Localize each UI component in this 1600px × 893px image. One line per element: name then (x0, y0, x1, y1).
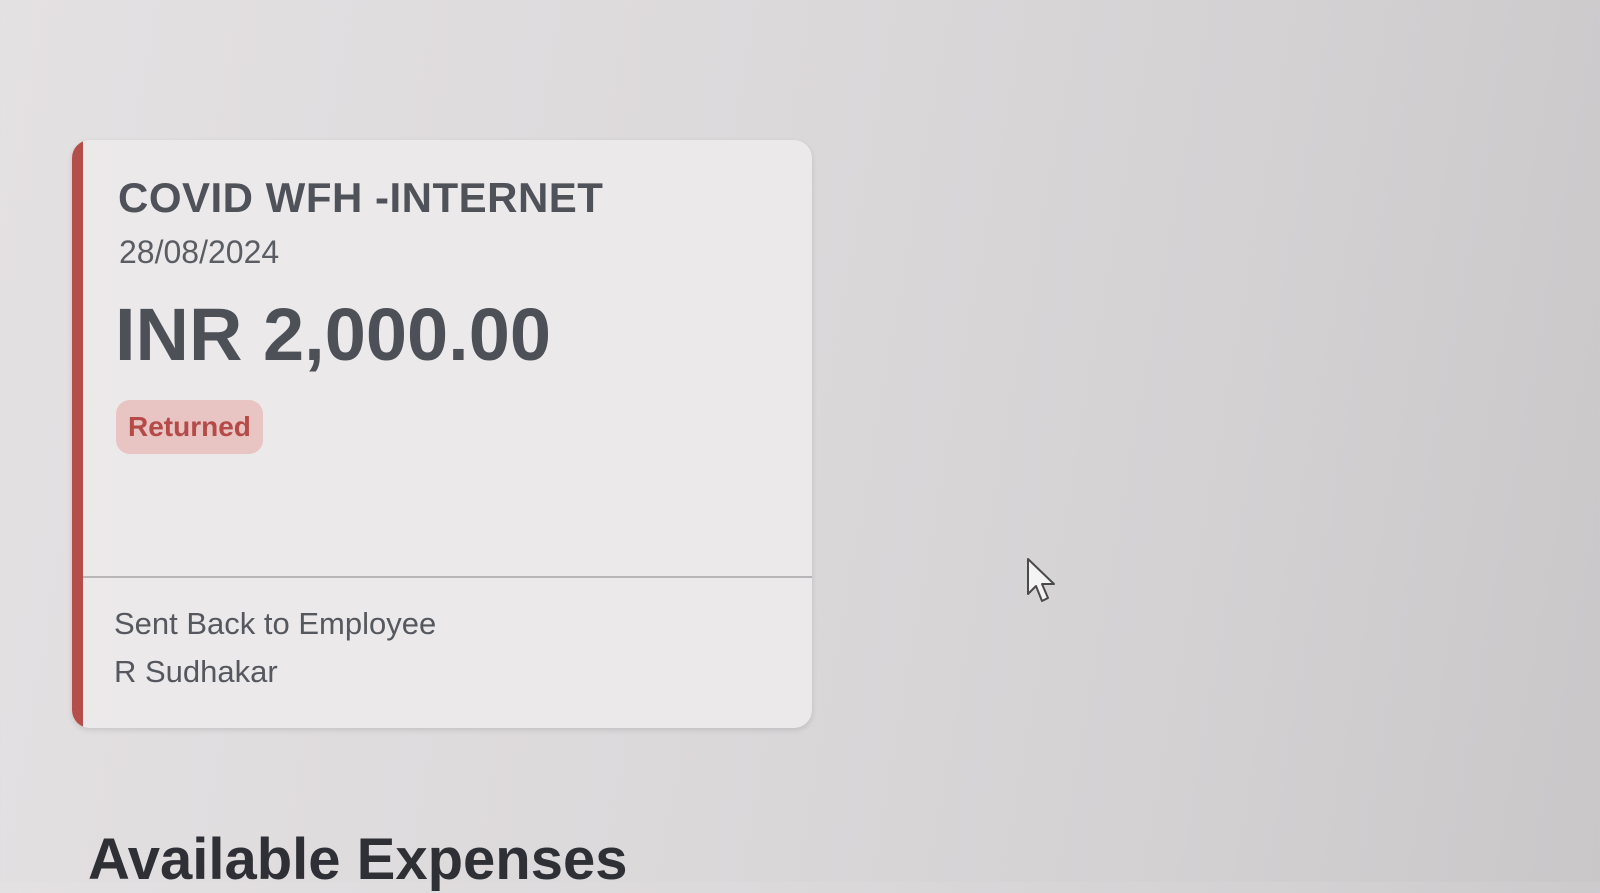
mouse-pointer-icon (1027, 558, 1055, 602)
card-divider (83, 576, 812, 578)
expense-amount: INR 2,000.00 (115, 293, 552, 376)
card-status-accent (72, 140, 83, 728)
approval-status-text: Sent Back to Employee (114, 606, 437, 641)
expense-card[interactable]: COVID WFH -INTERNET 28/08/2024 INR 2,000… (72, 140, 812, 728)
expense-title: COVID WFH -INTERNET (118, 174, 604, 221)
available-expenses-heading: Available Expenses (88, 827, 628, 892)
status-badge: Returned (116, 400, 263, 454)
expense-date: 28/08/2024 (119, 234, 280, 270)
approver-name: R Sudhakar (114, 654, 278, 689)
